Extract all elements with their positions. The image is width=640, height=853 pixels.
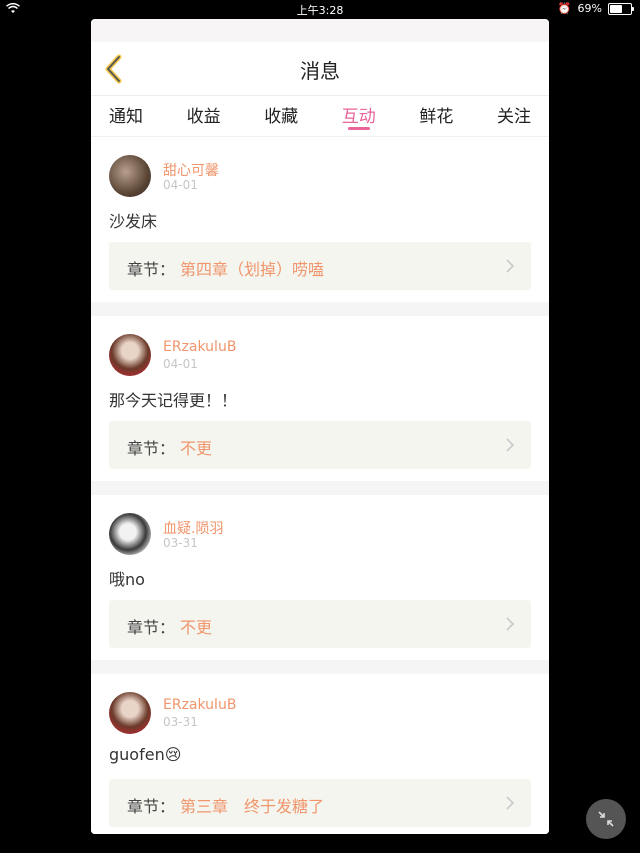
chevron-right-icon: [506, 796, 515, 810]
tab-interaction[interactable]: 互动: [342, 96, 376, 136]
message-item: 甜心可馨 04-01 沙发床 章节： 第四章（划掉）唠嗑: [91, 137, 549, 302]
avatar[interactable]: [109, 692, 151, 734]
username[interactable]: ERzakuluB: [163, 697, 236, 713]
chapter-link[interactable]: 章节： 第四章（划掉）唠嗑: [109, 242, 531, 290]
comment-text: 那今天记得更！！: [109, 391, 238, 410]
chevron-right-icon: [506, 438, 515, 452]
chapter-link[interactable]: 章节： 不更: [109, 600, 531, 648]
avatar[interactable]: [109, 513, 151, 555]
top-strip: [91, 19, 549, 42]
comment-text: guofen😢: [109, 745, 182, 764]
battery-icon: [608, 2, 634, 15]
message-date: 03-31: [163, 715, 198, 729]
chapter-link[interactable]: 章节： 不更: [109, 421, 531, 469]
messages-panel: 消息 通知 收益 收藏 互动 鲜花 关注 甜心可馨 04-01 沙发床 章节： …: [91, 19, 549, 834]
status-time: 上午3:28: [296, 4, 344, 17]
message-date: 04-01: [163, 357, 198, 371]
chapter-title: 不更: [180, 618, 213, 637]
tab-favorites[interactable]: 收藏: [264, 96, 298, 136]
battery-percent: 69%: [577, 2, 602, 15]
collapse-button[interactable]: [586, 799, 626, 839]
chapter-label: 章节：: [127, 618, 176, 637]
username[interactable]: 血疑.陨羽: [163, 518, 223, 538]
chapter-title: 不更: [180, 439, 213, 458]
comment-text: 哦no: [109, 570, 145, 589]
chapter-title: 第四章（划掉）唠嗑: [180, 260, 325, 279]
message-item: ERzakuluB 03-31 guofen😢 章节： 第三章 终于发糖了: [91, 674, 549, 834]
message-list: 甜心可馨 04-01 沙发床 章节： 第四章（划掉）唠嗑 ERzakuluB 0…: [91, 137, 549, 834]
alarm-icon: ⏰: [557, 2, 572, 15]
username[interactable]: 甜心可馨: [163, 160, 219, 180]
chapter-label: 章节：: [127, 797, 176, 816]
chapter-link[interactable]: 章节： 第三章 终于发糖了: [109, 779, 531, 827]
avatar[interactable]: [109, 334, 151, 376]
tab-bar: 通知 收益 收藏 互动 鲜花 关注: [91, 96, 549, 137]
tab-earnings[interactable]: 收益: [187, 96, 221, 136]
chevron-right-icon: [506, 259, 515, 273]
status-bar: 上午3:28 ⏰ 69%: [0, 0, 640, 18]
message-date: 04-01: [163, 178, 198, 192]
header: 消息: [91, 42, 549, 96]
chapter-label: 章节：: [127, 260, 176, 279]
message-item: 血疑.陨羽 03-31 哦no 章节： 不更: [91, 495, 549, 660]
chapter-label: 章节：: [127, 439, 176, 458]
message-item: ERzakuluB 04-01 那今天记得更！！ 章节： 不更: [91, 316, 549, 481]
comment-text: 沙发床: [109, 212, 158, 231]
tab-notice[interactable]: 通知: [109, 96, 143, 136]
chevron-right-icon: [506, 617, 515, 631]
tab-follow[interactable]: 关注: [497, 96, 531, 136]
avatar[interactable]: [109, 155, 151, 197]
message-date: 03-31: [163, 536, 198, 550]
page-title: 消息: [300, 59, 340, 83]
tab-flowers[interactable]: 鲜花: [419, 96, 453, 136]
username[interactable]: ERzakuluB: [163, 339, 236, 355]
collapse-icon: [598, 811, 614, 827]
chapter-title: 第三章 终于发糖了: [180, 797, 325, 816]
